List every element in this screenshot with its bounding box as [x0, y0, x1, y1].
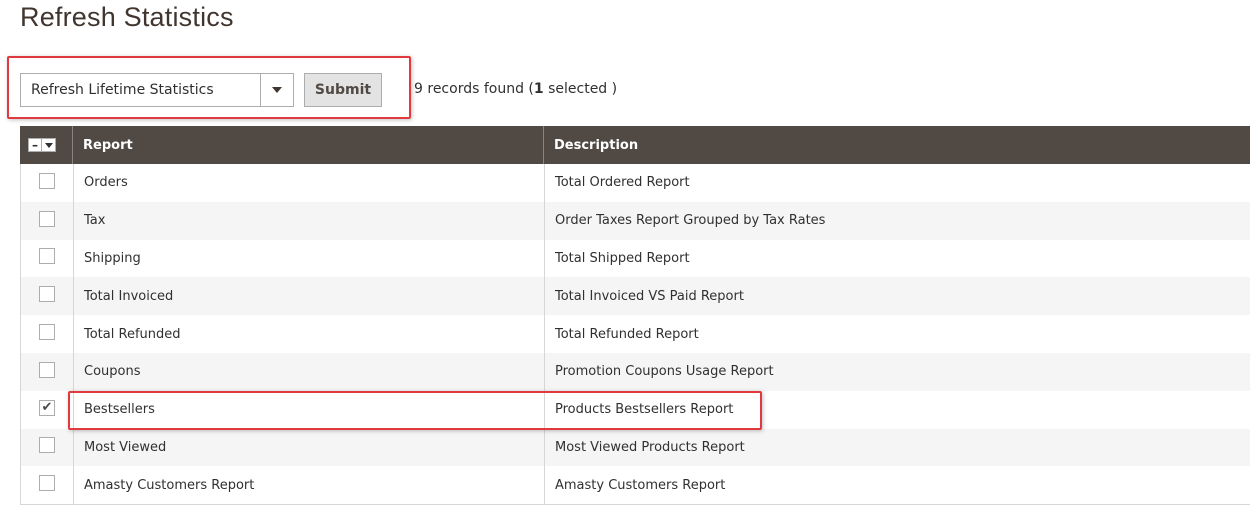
table-row[interactable]: ✔ Bestsellers Products Bestsellers Report	[21, 390, 1250, 429]
report-description-cell: Total Ordered Report	[555, 175, 690, 191]
chevron-down-icon[interactable]	[42, 142, 55, 148]
report-description-cell: Order Taxes Report Grouped by Tax Rates	[555, 213, 826, 229]
report-description-cell: Total Shipped Report	[555, 250, 690, 266]
row-checkbox-cell	[21, 352, 74, 391]
records-found-text: 9 records found (1 selected )	[414, 81, 618, 97]
row-checkbox[interactable]	[39, 172, 55, 189]
row-checkbox-cell	[21, 466, 74, 505]
report-description-cell: Products Bestsellers Report	[555, 402, 734, 418]
table-row[interactable]: Shipping Total Shipped Report	[21, 239, 1250, 278]
header-mass-select: –	[20, 126, 73, 164]
row-checkbox-cell	[21, 277, 74, 316]
report-name-cell: Tax	[74, 201, 545, 240]
records-count: 9	[414, 81, 423, 97]
row-checkbox-cell	[21, 315, 74, 353]
report-name-cell: Coupons	[74, 352, 545, 391]
select-value: Refresh Lifetime Statistics	[31, 82, 214, 98]
row-checkbox-cell	[21, 239, 74, 278]
report-description-cell: Promotion Coupons Usage Report	[555, 364, 774, 380]
statistics-grid: – Report Description Orders Total Ordered…	[20, 126, 1250, 506]
report-description-cell: Amasty Customers Report	[555, 477, 726, 493]
report-name-cell: Amasty Customers Report	[74, 466, 545, 505]
table-row[interactable]: Most Viewed Most Viewed Products Report	[21, 428, 1250, 467]
submit-button[interactable]: Submit	[304, 73, 382, 107]
report-description-cell: Total Refunded Report	[555, 326, 699, 342]
table-row[interactable]: Total Refunded Total Refunded Report	[21, 315, 1250, 353]
report-description-cell: Total Invoiced VS Paid Report	[555, 288, 744, 304]
grid-header: – Report Description	[20, 126, 1250, 164]
column-header-report[interactable]: Report	[73, 126, 544, 164]
column-header-description[interactable]: Description	[544, 126, 1250, 164]
row-checkbox[interactable]	[39, 475, 55, 492]
selected-count: 1	[533, 81, 544, 97]
table-row[interactable]: Coupons Promotion Coupons Usage Report	[21, 352, 1250, 391]
page-title: Refresh Statistics	[20, 2, 234, 32]
report-name-cell: Most Viewed	[74, 428, 545, 467]
row-checkbox-cell: ✔	[21, 390, 74, 429]
row-checkbox-cell	[21, 164, 74, 202]
row-checkbox[interactable]	[39, 248, 55, 265]
report-name-cell: Shipping	[74, 239, 545, 278]
grid-body: Orders Total Ordered Report Tax Order Taxes…	[20, 164, 1250, 506]
row-checkbox[interactable]	[39, 210, 55, 227]
report-name-cell: Total Refunded	[74, 315, 545, 353]
statistics-action-select[interactable]: Refresh Lifetime Statistics	[20, 73, 294, 107]
row-checkbox[interactable]	[39, 286, 55, 303]
row-checkbox[interactable]: ✔	[39, 399, 55, 416]
report-name-cell: Bestsellers	[74, 390, 545, 429]
chevron-down-icon[interactable]	[260, 74, 293, 106]
mass-select-control[interactable]: –	[28, 138, 56, 152]
minus-icon[interactable]: –	[29, 139, 42, 151]
row-checkbox-cell	[21, 201, 74, 240]
row-checkbox[interactable]	[39, 361, 55, 378]
table-row[interactable]: Tax Order Taxes Report Grouped by Tax Rat…	[21, 201, 1250, 240]
report-description-cell: Most Viewed Products Report	[555, 439, 745, 455]
row-checkbox-cell	[21, 428, 74, 467]
table-row[interactable]: Amasty Customers Report Amasty Customers …	[21, 466, 1250, 505]
table-row[interactable]: Orders Total Ordered Report	[21, 164, 1250, 202]
row-checkbox[interactable]	[39, 437, 55, 454]
report-name-cell: Orders	[74, 164, 545, 202]
checkmark-icon: ✔	[41, 400, 53, 416]
row-checkbox[interactable]	[39, 324, 55, 341]
table-row[interactable]: Total Invoiced Total Invoiced VS Paid Rep…	[21, 277, 1250, 316]
report-name-cell: Total Invoiced	[74, 277, 545, 316]
